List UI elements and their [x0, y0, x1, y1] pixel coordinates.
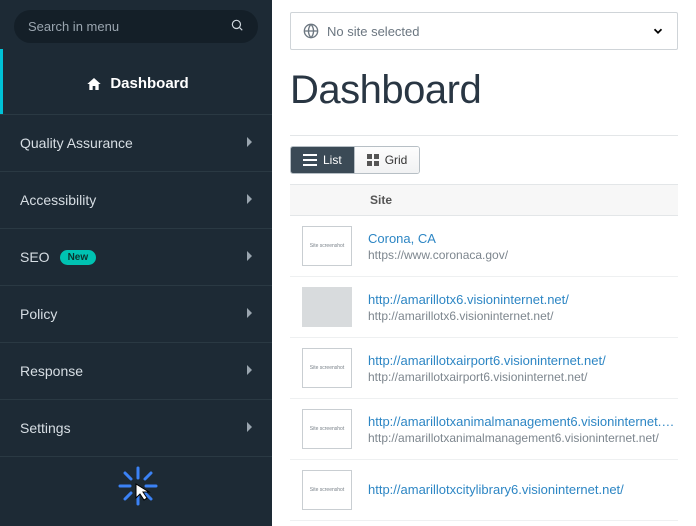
site-link[interactable]: http://amarillotxcitylibrary6.visioninte…	[368, 482, 624, 497]
view-list-label: List	[323, 153, 342, 167]
site-selector[interactable]: No site selected	[290, 12, 678, 50]
view-grid-label: Grid	[385, 153, 408, 167]
table-header-site: Site	[370, 193, 392, 207]
site-url: https://www.coronaca.gov/	[368, 248, 508, 262]
view-list-button[interactable]: List	[291, 147, 354, 173]
chevron-right-icon	[246, 250, 254, 265]
table-row[interactable]: Site screenshot http://amarillotxanimalm…	[290, 399, 678, 460]
sidebar-item-label: Policy	[20, 306, 57, 322]
page-title: Dashboard	[290, 68, 678, 113]
table-row[interactable]: Site screenshot http://amarillotxcitylib…	[290, 460, 678, 521]
sidebar-item-response[interactable]: Response	[0, 342, 272, 399]
site-selector-label: No site selected	[327, 24, 420, 39]
sidebar-item-quality-assurance[interactable]: Quality Assurance	[0, 114, 272, 171]
view-grid-button[interactable]: Grid	[354, 147, 420, 173]
site-thumbnail: Site screenshot	[302, 226, 352, 266]
table-row[interactable]: Site screenshot Corona, CA https://www.c…	[290, 216, 678, 277]
site-thumbnail: Site screenshot	[302, 348, 352, 388]
site-link[interactable]: http://amarillotxanimalmanagement6.visio…	[368, 414, 678, 429]
sidebar-item-settings[interactable]: Settings	[0, 399, 272, 457]
grid-icon	[367, 154, 379, 166]
table-row[interactable]: Site screenshot http://amarillotxairport…	[290, 338, 678, 399]
sidebar-item-label: Response	[20, 363, 83, 379]
site-link[interactable]: http://amarillotxairport6.visioninternet…	[368, 353, 606, 368]
list-icon	[303, 154, 317, 166]
chevron-right-icon	[246, 307, 254, 322]
site-link[interactable]: http://amarillotx6.visioninternet.net/	[368, 292, 569, 307]
sidebar: Dashboard Quality Assurance Accessibilit…	[0, 0, 272, 526]
sidebar-item-label: Accessibility	[20, 192, 96, 208]
search-box[interactable]	[14, 10, 258, 43]
site-thumbnail: Site screenshot	[302, 470, 352, 510]
badge-new: New	[60, 250, 97, 265]
sidebar-item-dashboard[interactable]: Dashboard	[0, 49, 272, 114]
site-url: http://amarillotx6.visioninternet.net/	[368, 309, 569, 323]
sidebar-item-seo[interactable]: SEO New	[0, 228, 272, 285]
chevron-down-icon	[651, 24, 665, 38]
view-toggle-toolbar: List Grid	[290, 135, 678, 184]
globe-icon	[303, 23, 319, 39]
table-row[interactable]: http://amarillotx6.visioninternet.net/ h…	[290, 277, 678, 338]
chevron-right-icon	[246, 193, 254, 208]
chevron-right-icon	[246, 421, 254, 436]
table-header: Site	[290, 185, 678, 216]
search-input[interactable]	[28, 19, 230, 34]
main-content: No site selected Dashboard List	[272, 0, 696, 526]
sidebar-item-label: SEO	[20, 249, 50, 265]
dashboard-label: Dashboard	[110, 75, 188, 92]
sidebar-item-policy[interactable]: Policy	[0, 285, 272, 342]
sidebar-item-accessibility[interactable]: Accessibility	[0, 171, 272, 228]
sidebar-item-label: Settings	[20, 420, 71, 436]
chevron-right-icon	[246, 364, 254, 379]
site-table: Site Site screenshot Corona, CA https://…	[290, 184, 678, 521]
chevron-right-icon	[246, 136, 254, 151]
site-url: http://amarillotxairport6.visioninternet…	[368, 370, 606, 384]
search-icon	[230, 18, 244, 35]
site-thumbnail: Site screenshot	[302, 409, 352, 449]
sidebar-item-label: Quality Assurance	[20, 135, 133, 151]
home-icon	[86, 76, 102, 92]
site-link[interactable]: Corona, CA	[368, 231, 508, 246]
site-url: http://amarillotxanimalmanagement6.visio…	[368, 431, 678, 445]
site-thumbnail	[302, 287, 352, 327]
